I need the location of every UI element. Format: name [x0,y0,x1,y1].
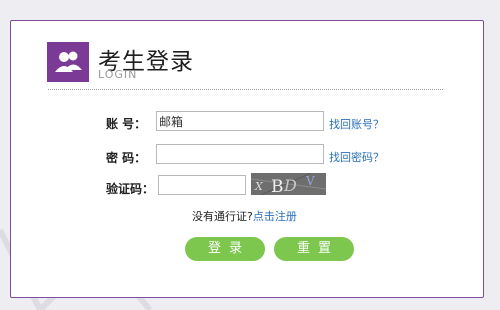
reset-button[interactable]: 重置 [274,237,354,261]
logo-badge [47,42,89,82]
login-button[interactable]: 登录 [185,237,265,261]
forgot-password-link[interactable]: 找回密码？ [329,149,384,165]
svg-text:X: X [254,180,264,193]
header-divider [48,89,443,90]
captcha-input[interactable] [158,175,246,195]
account-label: 账 号： [106,117,147,131]
svg-text:B: B [271,177,284,195]
captcha-image[interactable]: X B D V [251,173,326,195]
users-icon [55,51,82,72]
captcha-label: 验证码： [106,182,155,196]
account-input[interactable] [156,111,324,131]
register-prefix: 没有通行证? [192,210,253,223]
password-label: 密 码： [106,151,147,165]
forgot-account-link[interactable]: 找回账号？ [329,116,384,132]
register-hint: 没有通行证?点击注册 [192,208,297,224]
svg-text:V: V [305,174,315,188]
captcha-graphic: X B D V [251,173,326,195]
register-link[interactable]: 点击注册 [253,210,297,223]
page-subtitle: LOGIN [98,68,138,81]
svg-text:D: D [283,176,297,195]
password-input[interactable] [156,144,324,164]
